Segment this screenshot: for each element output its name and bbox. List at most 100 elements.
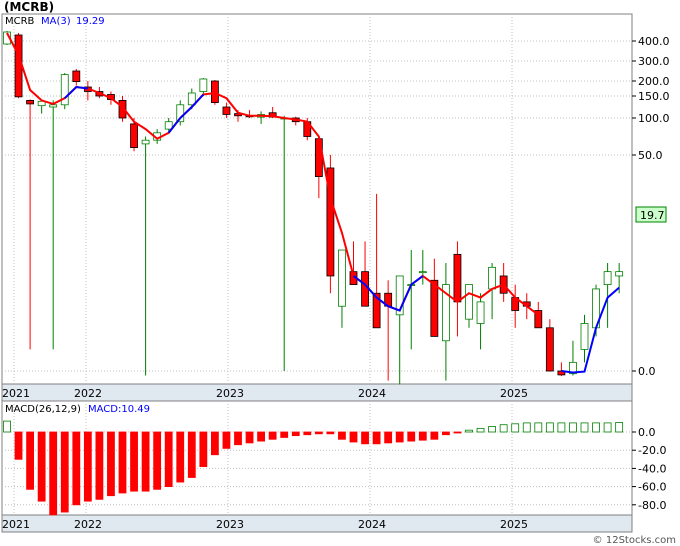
candle-body [72,70,81,82]
candle-body [580,323,589,350]
price-xtick-label: 2021 [2,387,30,400]
candle-body [476,301,485,324]
watermark: © 12Stocks.com [592,535,676,546]
macd-bar [453,431,462,434]
macd-bar [384,431,393,444]
macd-bar [534,422,543,433]
candle-body [49,104,58,108]
macd-bar [441,431,450,436]
price-xtick-label: 2022 [74,387,102,400]
macd-bar [418,431,427,441]
macd-bar [153,431,162,490]
macd-bar [60,431,69,513]
macd-bar [430,431,439,440]
macd-bar [141,431,150,492]
macd-legend-name: MACD(26,12,9) [5,404,81,415]
macd-xtick-label: 2021 [2,518,30,531]
macd-bar [107,431,115,497]
candle-body [453,253,462,303]
macd-bar [245,431,254,444]
macd-bar [49,431,58,516]
candle-body [222,106,231,115]
macd-bar [372,431,381,445]
macd-bar [130,431,138,492]
price-xtick-label: 2025 [500,387,528,400]
macd-bar [234,431,242,446]
macd-bar [338,431,346,440]
macd-ytick-label: -60.0 [638,481,666,494]
macd-bar [349,431,358,443]
macd-bar [545,422,554,433]
candle-body [338,249,346,307]
macd-bar [522,422,531,433]
macd-ytick-label: -80.0 [638,499,666,512]
macd-bar [83,431,92,502]
candle-body [615,271,624,277]
price-ytick-label: 0.0 [638,365,656,378]
macd-bar [199,431,208,467]
macd-xtick-label: 2024 [358,518,386,531]
candle-body [361,271,369,307]
macd-bar [3,420,11,433]
macd-bar [488,426,497,433]
macd-bar [361,431,369,445]
candle-body [26,100,35,105]
macd-bar [592,422,600,433]
macd-bar [268,431,277,440]
macd-bar [476,427,485,433]
price-ytick-label: 200.0 [638,75,670,88]
candle-body [210,80,219,104]
macd-bar [210,431,219,456]
macd-ytick-label: 0.0 [638,426,656,439]
candle-body [418,271,427,274]
macd-xtick-label: 2025 [500,518,528,531]
candle-body [130,123,138,148]
macd-bar [118,431,127,494]
price-ytick-label: 50.0 [638,149,663,162]
candle-body [141,139,150,145]
macd-bar [303,431,312,436]
price-legend-ma-value: 19.29 [76,16,105,27]
macd-legend-value: MACD:10.49 [88,404,150,415]
macd-bar [176,431,185,483]
macd-xtick-label: 2023 [216,518,244,531]
macd-bar [499,424,508,433]
macd-bar [291,431,300,437]
candle-body [164,121,173,130]
price-ytick-label: 300.0 [638,55,670,68]
price-xtick-label: 2023 [216,387,244,400]
candle-body [465,284,473,320]
price-ytick-label: 150.0 [638,90,670,103]
macd-bar [187,431,196,478]
candle-body [430,279,439,337]
macd-bar [407,431,416,442]
price-ytick-label: 400.0 [638,35,670,48]
candle-body [603,271,612,286]
macd-bar [569,422,577,433]
candle-body [199,78,208,92]
macd-bar [465,429,473,433]
chart-canvas: 400.0 300.0 200.0 150.0 100.0 50.0 0.0 0.0 -20.… [1,13,670,533]
macd-bar [37,431,46,502]
macd-xtick-label: 2022 [74,518,102,531]
macd-bar [603,422,612,433]
macd-bar [615,422,624,433]
macd-bar [95,431,104,500]
macd-bar [326,431,335,435]
macd-bar [395,431,404,443]
candle-body [488,266,497,290]
price-legend-ma-label: MA(3) [41,16,71,27]
macd-bar [72,431,81,506]
macd-bar [164,431,173,487]
macd-bar [257,431,266,442]
macd-bar [14,431,23,460]
price-panel [1,13,633,385]
macd-ytick-label: -40.0 [638,462,666,475]
macd-bar [580,422,589,433]
price-ytick-label: 100.0 [638,112,670,125]
candle-body [14,34,23,98]
price-legend-ticker: MCRB [5,16,35,27]
macd-bar [557,422,566,433]
macd-bar [222,431,231,449]
price-xtick-label: 2024 [358,387,386,400]
